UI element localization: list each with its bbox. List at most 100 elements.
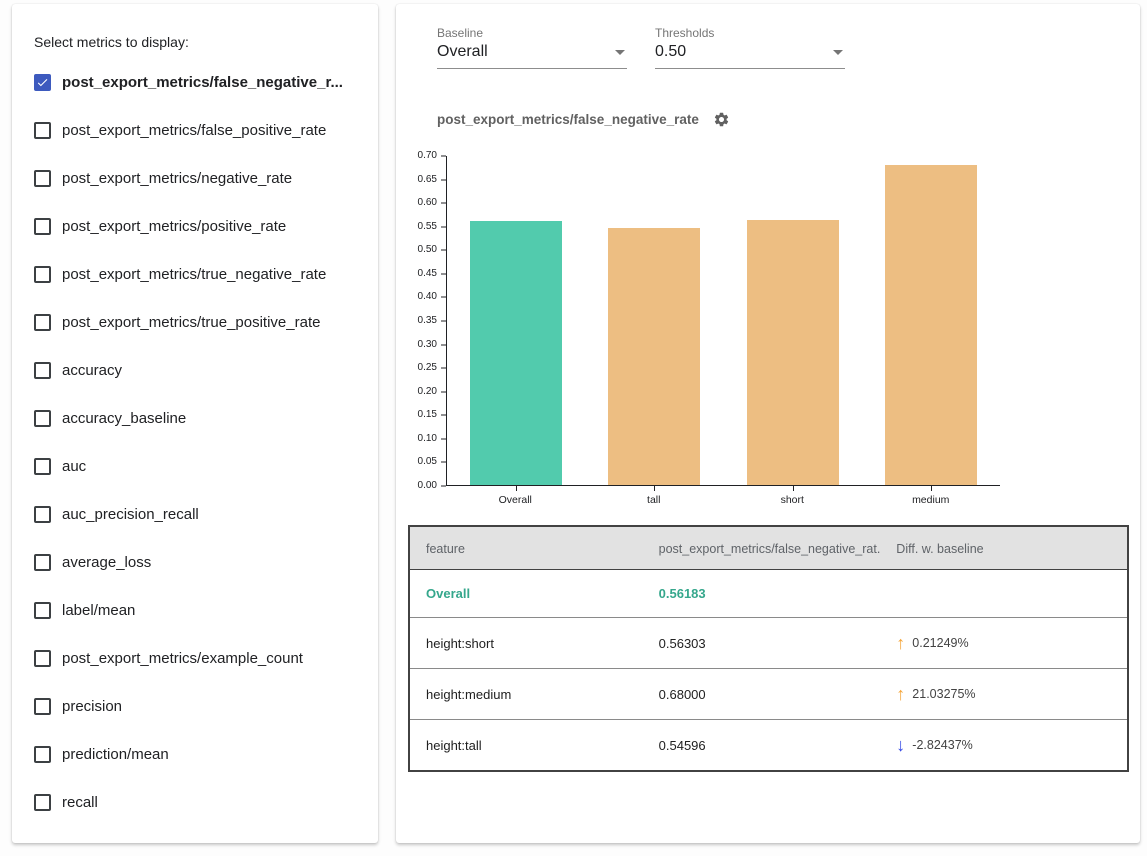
- metric-label: recall: [62, 794, 98, 811]
- chevron-down-icon: [615, 50, 625, 55]
- checkbox-unchecked-icon[interactable]: [34, 410, 51, 427]
- y-tick-label: 0.00: [418, 481, 437, 491]
- feature-cell: height:short: [409, 618, 643, 669]
- metric-selector-panel: Select metrics to display: post_export_m…: [12, 4, 378, 843]
- bar-slot: [724, 156, 862, 485]
- y-tick-label: 0.70: [418, 151, 437, 161]
- metric-label: auc_precision_recall: [62, 506, 199, 523]
- value-cell: 0.56303: [643, 618, 881, 669]
- metric-checkbox-item[interactable]: label/mean: [34, 586, 360, 634]
- checkbox-unchecked-icon[interactable]: [34, 218, 51, 235]
- metric-checkbox-item[interactable]: prediction/mean: [34, 730, 360, 778]
- metric-label: label/mean: [62, 602, 135, 619]
- bar-slot: [862, 156, 1000, 485]
- checkbox-unchecked-icon[interactable]: [34, 602, 51, 619]
- controls-row: Baseline Overall Thresholds 0.50: [437, 26, 1124, 69]
- checkbox-unchecked-icon[interactable]: [34, 794, 51, 811]
- metric-checkbox-item[interactable]: post_export_metrics/true_negative_rate: [34, 250, 360, 298]
- checkbox-unchecked-icon[interactable]: [34, 266, 51, 283]
- x-tick-label: medium: [862, 494, 1001, 506]
- bar-overall[interactable]: [470, 221, 562, 485]
- checkbox-checked-icon[interactable]: [34, 74, 51, 91]
- diff-cell: ↑21.03275%: [880, 669, 1128, 720]
- y-tick-label: 0.20: [418, 387, 437, 397]
- metric-selector-title: Select metrics to display:: [34, 34, 360, 50]
- checkbox-unchecked-icon[interactable]: [34, 506, 51, 523]
- metric-label: post_export_metrics/false_positive_rate: [62, 122, 326, 139]
- metric-checkbox-item[interactable]: auc_precision_recall: [34, 490, 360, 538]
- metric-checkbox-item[interactable]: auc: [34, 442, 360, 490]
- metric-label: post_export_metrics/false_negative_r...: [62, 74, 343, 91]
- bar-medium[interactable]: [885, 165, 977, 485]
- checkbox-unchecked-icon[interactable]: [34, 746, 51, 763]
- y-tick-label: 0.60: [418, 198, 437, 208]
- table-row-overall[interactable]: Overall 0.56183: [409, 570, 1128, 618]
- checkbox-unchecked-icon[interactable]: [34, 170, 51, 187]
- metric-checkbox-item[interactable]: precision: [34, 682, 360, 730]
- metric-label: accuracy_baseline: [62, 410, 186, 427]
- y-tick-label: 0.45: [418, 269, 437, 279]
- thresholds-dropdown[interactable]: Thresholds 0.50: [655, 26, 845, 69]
- y-tick-label: 0.65: [418, 175, 437, 185]
- baseline-dropdown[interactable]: Baseline Overall: [437, 26, 627, 69]
- checkbox-unchecked-icon[interactable]: [34, 122, 51, 139]
- metric-checkbox-item[interactable]: post_export_metrics/negative_rate: [34, 154, 360, 202]
- metrics-table: feature post_export_metrics/false_negati…: [408, 525, 1129, 772]
- y-tick-label: 0.25: [418, 363, 437, 373]
- chevron-down-icon: [833, 50, 843, 55]
- y-tick-label: 0.50: [418, 245, 437, 255]
- metric-checkbox-item[interactable]: accuracy_baseline: [34, 394, 360, 442]
- bar-chart: 0.000.050.100.150.200.250.300.350.400.45…: [412, 156, 1124, 486]
- x-tick-label: tall: [585, 494, 724, 506]
- metric-detail-panel: Baseline Overall Thresholds 0.50 post_ex…: [396, 4, 1140, 843]
- metric-list: post_export_metrics/false_negative_r...p…: [34, 58, 360, 826]
- bar-slot: [447, 156, 585, 485]
- metric-checkbox-item[interactable]: post_export_metrics/example_count: [34, 634, 360, 682]
- metric-checkbox-item[interactable]: post_export_metrics/positive_rate: [34, 202, 360, 250]
- value-cell: 0.54596: [643, 720, 881, 772]
- metric-label: post_export_metrics/true_positive_rate: [62, 314, 320, 331]
- x-tick-mark: [931, 486, 932, 491]
- arrow-down-icon: ↓: [896, 736, 905, 754]
- value-cell: 0.68000: [643, 669, 881, 720]
- checkbox-unchecked-icon[interactable]: [34, 314, 51, 331]
- metric-label: post_export_metrics/example_count: [62, 650, 303, 667]
- metric-label: prediction/mean: [62, 746, 169, 763]
- metric-label: post_export_metrics/negative_rate: [62, 170, 292, 187]
- metric-checkbox-item[interactable]: post_export_metrics/false_negative_r...: [34, 58, 360, 106]
- metric-checkbox-item[interactable]: average_loss: [34, 538, 360, 586]
- table-row-height-medium[interactable]: height:medium 0.68000 ↑21.03275%: [409, 669, 1128, 720]
- metric-checkbox-item[interactable]: recall: [34, 778, 360, 826]
- y-tick-label: 0.10: [418, 434, 437, 444]
- column-header-metric: post_export_metrics/false_negative_rat..…: [643, 526, 881, 570]
- metric-checkbox-item[interactable]: post_export_metrics/false_positive_rate: [34, 106, 360, 154]
- settings-gear-icon[interactable]: [713, 111, 730, 128]
- metric-label: post_export_metrics/positive_rate: [62, 218, 286, 235]
- y-tick-label: 0.55: [418, 222, 437, 232]
- bar-short[interactable]: [747, 220, 839, 485]
- checkbox-unchecked-icon[interactable]: [34, 554, 51, 571]
- plot-area: [446, 156, 1000, 486]
- x-tick-mark: [516, 486, 517, 491]
- checkbox-unchecked-icon[interactable]: [34, 458, 51, 475]
- y-tick-label: 0.35: [418, 316, 437, 326]
- x-tick-mark: [793, 486, 794, 491]
- diff-value: -2.82437%: [912, 738, 972, 752]
- checkbox-unchecked-icon[interactable]: [34, 650, 51, 667]
- table-row-height-tall[interactable]: height:tall 0.54596 ↓ -2.82437%: [409, 720, 1128, 772]
- table-row-height-short[interactable]: height:short 0.56303 ↑ 0.21249%: [409, 618, 1128, 669]
- metric-checkbox-item[interactable]: post_export_metrics/true_positive_rate: [34, 298, 360, 346]
- checkbox-unchecked-icon[interactable]: [34, 362, 51, 379]
- arrow-up-icon: ↑: [896, 634, 905, 652]
- feature-cell: height:tall: [409, 720, 643, 772]
- metric-label: precision: [62, 698, 122, 715]
- baseline-dropdown-value: Overall: [437, 43, 488, 61]
- diff-value: 0.21249%: [912, 636, 968, 650]
- x-tick-label: Overall: [446, 494, 585, 506]
- metric-checkbox-item[interactable]: accuracy: [34, 346, 360, 394]
- arrow-up-icon: ↑: [896, 685, 905, 703]
- thresholds-dropdown-value: 0.50: [655, 43, 686, 61]
- y-tick-label: 0.05: [418, 457, 437, 467]
- checkbox-unchecked-icon[interactable]: [34, 698, 51, 715]
- bar-tall[interactable]: [608, 228, 700, 485]
